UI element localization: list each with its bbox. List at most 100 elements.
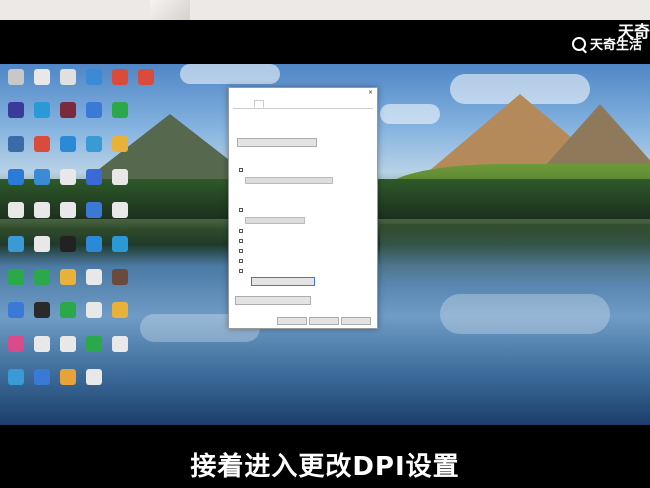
tab-6[interactable] bbox=[285, 100, 294, 108]
desktop-icon-11[interactable] bbox=[108, 102, 132, 124]
tab-1[interactable] bbox=[233, 100, 241, 108]
app-icon bbox=[86, 236, 102, 252]
desktop-icon-13[interactable] bbox=[30, 136, 54, 158]
desktop-icon-10[interactable] bbox=[82, 102, 106, 124]
desktop-icon-01[interactable] bbox=[4, 69, 28, 91]
apply-button[interactable] bbox=[341, 317, 371, 325]
desktop-icon-35[interactable] bbox=[82, 269, 106, 291]
desktop-icon-25[interactable] bbox=[82, 202, 106, 224]
app-icon bbox=[60, 369, 76, 385]
change-settings-for-all-users-button[interactable] bbox=[235, 296, 311, 305]
app-icon bbox=[8, 136, 24, 152]
disable-fullscreen-optimizations-checkbox[interactable] bbox=[239, 239, 243, 243]
desktop-icon-47[interactable] bbox=[4, 369, 28, 391]
register-restart-checkbox[interactable] bbox=[239, 259, 243, 263]
desktop-icon-38[interactable] bbox=[30, 302, 54, 324]
app-icon bbox=[34, 136, 50, 152]
icon-label bbox=[108, 153, 132, 158]
desktop-icon-36[interactable] bbox=[108, 269, 132, 291]
ok-button[interactable] bbox=[277, 317, 307, 325]
tab-5[interactable] bbox=[274, 100, 283, 108]
icon-label bbox=[30, 386, 54, 391]
desktop-icon-26[interactable] bbox=[108, 202, 132, 224]
run-compatibility-troubleshooter-button[interactable] bbox=[237, 138, 317, 147]
desktop-icon-21[interactable] bbox=[108, 169, 132, 191]
desktop-icon-43[interactable] bbox=[30, 336, 54, 358]
icon-label bbox=[56, 219, 80, 224]
icon-label bbox=[56, 386, 80, 391]
properties-dialog: × bbox=[228, 87, 378, 329]
desktop-icon-22[interactable] bbox=[4, 202, 28, 224]
desktop-icon-07[interactable] bbox=[4, 102, 28, 124]
desktop-icon-46[interactable] bbox=[108, 336, 132, 358]
desktop-icon-48[interactable] bbox=[30, 369, 54, 391]
close-icon[interactable]: × bbox=[368, 89, 373, 96]
desktop-icon-32[interactable] bbox=[4, 269, 28, 291]
dialog-description bbox=[237, 112, 369, 124]
desktop-icon-30[interactable] bbox=[82, 236, 106, 258]
icon-label bbox=[30, 353, 54, 358]
tab-4[interactable] bbox=[266, 100, 273, 108]
icon-label bbox=[56, 119, 80, 124]
desktop-icon-42[interactable] bbox=[4, 336, 28, 358]
icon-label bbox=[82, 286, 106, 291]
desktop-icon-08[interactable] bbox=[30, 102, 54, 124]
compatibility-mode-checkbox[interactable] bbox=[239, 168, 243, 172]
subtitle-caption: 接着进入更改DPI设置 bbox=[190, 452, 460, 482]
desktop-icon-19[interactable] bbox=[56, 169, 80, 191]
desktop-icon-04[interactable] bbox=[82, 69, 106, 91]
tab-compatibility[interactable] bbox=[253, 100, 264, 108]
desktop-icon-45[interactable] bbox=[82, 336, 106, 358]
desktop-icon-50[interactable] bbox=[82, 369, 106, 391]
desktop-icon-05[interactable] bbox=[108, 69, 132, 91]
icon-label bbox=[4, 253, 28, 258]
desktop-icon-34[interactable] bbox=[56, 269, 80, 291]
desktop-icon-37[interactable] bbox=[4, 302, 28, 324]
desktop-icon-41[interactable] bbox=[108, 302, 132, 324]
color-depth-select[interactable] bbox=[245, 217, 305, 224]
desktop-icon-15[interactable] bbox=[82, 136, 106, 158]
tab-2[interactable] bbox=[243, 100, 252, 108]
desktop-icon-31[interactable] bbox=[108, 236, 132, 258]
icon-label bbox=[30, 286, 54, 291]
desktop-icon-24[interactable] bbox=[56, 202, 80, 224]
desktop-icon-02[interactable] bbox=[30, 69, 54, 91]
app-icon bbox=[8, 236, 24, 252]
reduced-color-mode-checkbox[interactable] bbox=[239, 208, 243, 212]
app-icon bbox=[86, 102, 102, 118]
desktop-icon-27[interactable] bbox=[4, 236, 28, 258]
manual-settings-link[interactable] bbox=[237, 149, 287, 154]
desktop-icon-20[interactable] bbox=[82, 169, 106, 191]
app-icon bbox=[112, 102, 128, 118]
desktop-icon-33[interactable] bbox=[30, 269, 54, 291]
desktop-icon-29[interactable] bbox=[56, 236, 80, 258]
resolution-640-checkbox[interactable] bbox=[239, 229, 243, 233]
cloud-reflection bbox=[440, 294, 610, 334]
cancel-button[interactable] bbox=[309, 317, 339, 325]
app-icon bbox=[8, 336, 24, 352]
app-icon bbox=[86, 336, 102, 352]
desktop-icon-03[interactable] bbox=[56, 69, 80, 91]
desktop-icon-40[interactable] bbox=[82, 302, 106, 324]
icon-label bbox=[82, 153, 106, 158]
desktop-icon-09[interactable] bbox=[56, 102, 80, 124]
desktop-icon-18[interactable] bbox=[30, 169, 54, 191]
desktop-icon-28[interactable] bbox=[30, 236, 54, 258]
desktop-icon-39[interactable] bbox=[56, 302, 80, 324]
desktop-icon-16[interactable] bbox=[108, 136, 132, 158]
desktop-icon-12[interactable] bbox=[4, 136, 28, 158]
run-as-admin-checkbox[interactable] bbox=[239, 249, 243, 253]
desktop-icon-49[interactable] bbox=[56, 369, 80, 391]
desktop-icon-14[interactable] bbox=[56, 136, 80, 158]
desktop-icon-06[interactable] bbox=[134, 69, 158, 91]
dialog-titlebar: × bbox=[229, 88, 377, 98]
desktop-icon-44[interactable] bbox=[56, 336, 80, 358]
desktop-icon-17[interactable] bbox=[4, 169, 28, 191]
icon-label bbox=[30, 186, 54, 191]
windows-version-select[interactable] bbox=[245, 177, 333, 184]
change-high-dpi-settings-button[interactable] bbox=[251, 277, 315, 286]
desktop-icon-23[interactable] bbox=[30, 202, 54, 224]
legacy-icc-checkbox[interactable] bbox=[239, 269, 243, 273]
icon-label bbox=[82, 186, 106, 191]
icon-label bbox=[82, 86, 106, 91]
